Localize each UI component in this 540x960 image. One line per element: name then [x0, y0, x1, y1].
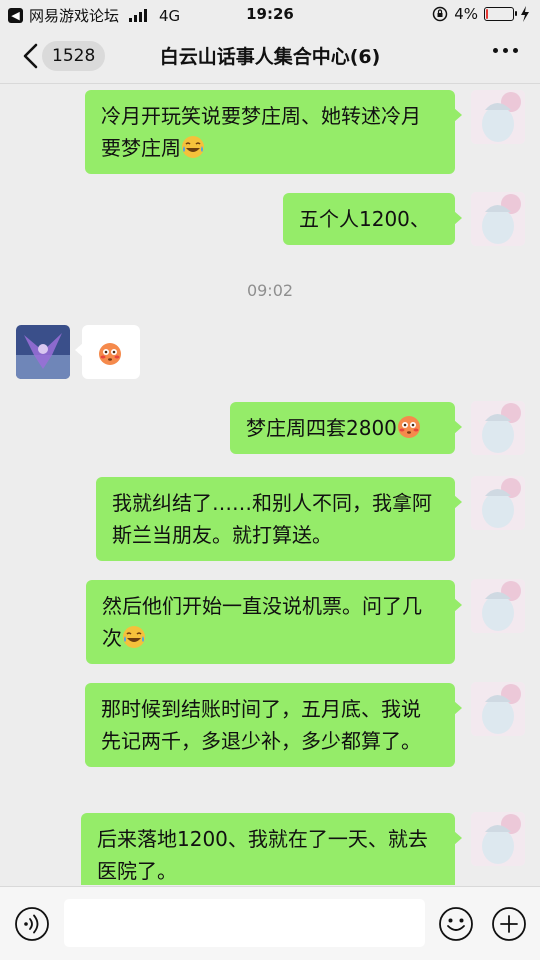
message-list[interactable]: 冷月开玩笑说要梦庄周、她转述冷月要梦庄周 五个人1200、 09:02 梦庄周四… [0, 85, 540, 885]
battery-percent: 4% [454, 5, 478, 23]
battery-icon [484, 7, 517, 21]
message-input[interactable] [64, 899, 425, 947]
input-toolbar [0, 886, 540, 960]
message-text: 那时候到结账时间了，五月底、我说先记两千，多退少补，多少都算了。 [101, 697, 421, 753]
message-bubble[interactable]: 冷月开玩笑说要梦庄周、她转述冷月要梦庄周 [85, 90, 462, 174]
my-avatar[interactable] [471, 579, 525, 633]
unread-count-badge[interactable]: 1528 [42, 41, 106, 71]
message-bubble[interactable]: 然后他们开始一直没说机票。问了几次 [86, 580, 462, 664]
message-text: 梦庄周四套2800 [246, 416, 397, 440]
message-text: 然后他们开始一直没说机票。问了几次 [102, 594, 422, 650]
status-right: 4% [432, 5, 530, 23]
chat-header: 1528 白云山话事人集合中心(6) [0, 30, 540, 84]
flushed-face-emoji-icon [397, 416, 420, 438]
laughing-crying-emoji-icon [182, 136, 204, 158]
charging-icon [521, 6, 529, 22]
my-avatar[interactable] [471, 682, 525, 736]
more-functions-icon[interactable] [491, 906, 527, 942]
message-text: 我就纠结了……和别人不同，我拿阿斯兰当朋友。就打算送。 [112, 491, 432, 547]
flushed-face-emoji-icon [99, 343, 121, 365]
my-avatar[interactable] [471, 476, 525, 530]
chat-title: 白云山话事人集合中心(6) [159, 46, 381, 68]
my-avatar[interactable] [471, 90, 525, 144]
member-avatar[interactable] [16, 325, 70, 379]
my-avatar[interactable] [471, 192, 525, 246]
status-bar: ◀ 网易游戏论坛 4G 19:26 4% [0, 0, 540, 30]
message-bubble[interactable] [75, 325, 140, 379]
voice-input-icon[interactable] [14, 906, 50, 942]
message-bubble[interactable]: 五个人1200、 [283, 193, 462, 245]
rotation-lock-icon [432, 6, 448, 22]
emoji-picker-icon[interactable] [438, 906, 474, 942]
message-bubble[interactable]: 梦庄周四套2800 [230, 402, 462, 454]
laughing-crying-emoji-icon [123, 626, 145, 648]
message-text: 五个人1200、 [299, 207, 430, 231]
message-timestamp: 09:02 [246, 281, 294, 300]
message-bubble[interactable]: 那时候到结账时间了，五月底、我说先记两千，多退少补，多少都算了。 [85, 683, 462, 767]
more-options-icon[interactable] [493, 48, 518, 53]
message-text: 后来落地1200、我就在了一天、就去医院了。 [97, 827, 428, 883]
my-avatar[interactable] [471, 401, 525, 455]
message-bubble[interactable]: 我就纠结了……和别人不同，我拿阿斯兰当朋友。就打算送。 [96, 477, 462, 561]
message-text: 冷月开玩笑说要梦庄周、她转述冷月要梦庄周 [101, 104, 421, 160]
message-bubble[interactable]: 后来落地1200、我就在了一天、就去医院了。 [81, 813, 462, 885]
my-avatar[interactable] [471, 812, 525, 866]
